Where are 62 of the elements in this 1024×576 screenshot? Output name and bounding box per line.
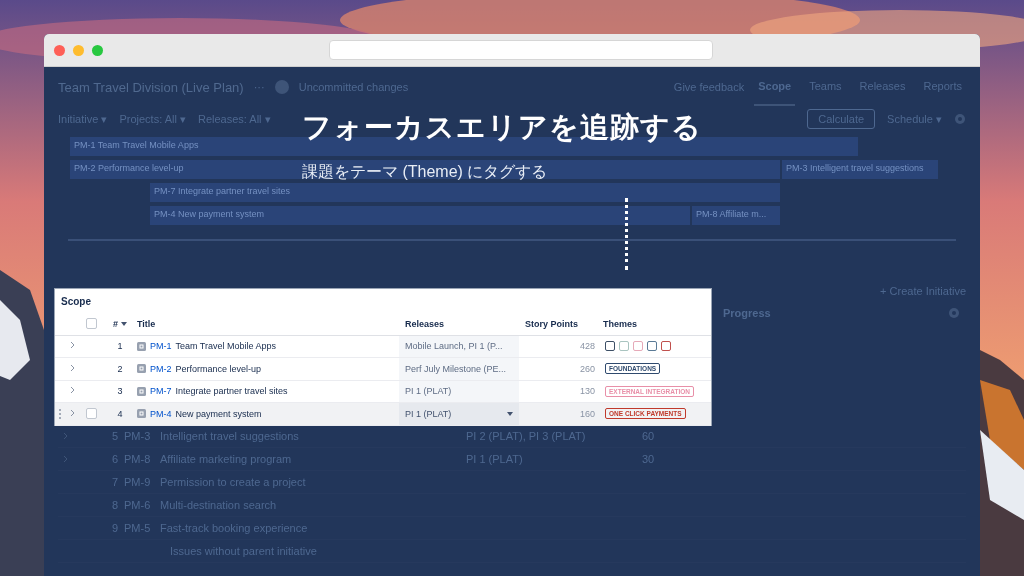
theme-swatch[interactable] [633, 341, 643, 352]
epic-icon [137, 341, 146, 351]
issue-key-link[interactable]: PM-7 [150, 386, 172, 397]
release-text: Perf July Milestone (PE... [405, 363, 507, 374]
release-text: PI 1 (PLAT) [405, 386, 452, 397]
column-header[interactable]: # [113, 318, 118, 329]
release-text: PI 1 (PLAT) [405, 408, 452, 419]
release-text: Mobile Launch, PI 1 (P... [405, 341, 503, 352]
column-header: Themes [603, 318, 637, 329]
column-header: Releases [404, 317, 446, 331]
issue-key-link[interactable]: PM-4 [150, 408, 172, 419]
column-header: Title [137, 318, 157, 329]
caret-icon [121, 321, 127, 326]
roadmap-bar[interactable]: PM-4 New payment system [150, 206, 690, 225]
more-button[interactable]: ··· [253, 81, 265, 93]
epic-icon [137, 386, 146, 396]
address-field[interactable] [329, 40, 713, 60]
caret-icon [507, 411, 513, 416]
row-number: 1 [116, 341, 124, 352]
checkbox[interactable] [85, 408, 97, 420]
story-points: 130 [578, 386, 596, 397]
panel-title: Scope [60, 295, 92, 309]
issue-key-link[interactable]: PM-2 [150, 363, 172, 374]
row-number: 4 [116, 408, 124, 419]
theme-swatch[interactable] [619, 341, 629, 352]
close-icon[interactable] [54, 44, 65, 56]
settings-icon [954, 113, 966, 125]
row-number: 2 [116, 363, 124, 374]
drag-handle-icon [58, 407, 62, 420]
roadmap-bar[interactable]: PM-7 Integrate partner travel sites [150, 183, 780, 202]
release-cell[interactable]: Perf July Milestone (PE... [399, 358, 519, 380]
issue-key-link[interactable]: PM-1 [150, 341, 172, 352]
chevron-icon [69, 408, 75, 417]
checkbox[interactable] [85, 318, 97, 330]
story-points: 428 [578, 341, 596, 352]
status-icon [274, 80, 289, 94]
theme-swatch[interactable] [647, 341, 657, 352]
chevron-icon [69, 341, 75, 350]
epic-icon [137, 409, 146, 419]
theme-swatch[interactable] [661, 341, 671, 352]
theme-swatch[interactable] [605, 341, 615, 352]
issue-title: New payment system [175, 408, 262, 419]
column-header: Story Points [524, 318, 579, 329]
story-points: 260 [578, 363, 596, 374]
settings-icon [948, 307, 960, 319]
epic-icon [137, 364, 146, 374]
minimize-icon[interactable] [73, 44, 84, 56]
maximize-icon[interactable] [92, 44, 103, 56]
release-cell[interactable]: Mobile Launch, PI 1 (P... [399, 335, 519, 357]
issue-title: Integrate partner travel sites [175, 386, 288, 397]
row-number: 3 [116, 386, 124, 397]
chevron-icon [69, 363, 75, 372]
roadmap-bar[interactable]: PM-8 Affiliate m... [692, 206, 780, 225]
roadmap-bar[interactable]: PM-3 Intelligent travel suggestions [782, 160, 938, 179]
release-cell[interactable]: PI 1 (PLAT) [399, 380, 519, 402]
chevron-icon [69, 386, 75, 395]
dotted-line [625, 198, 628, 270]
issue-title: Performance level-up [175, 363, 262, 374]
story-points: 160 [578, 408, 596, 419]
release-cell[interactable]: PI 1 (PLAT) [399, 403, 519, 425]
issue-title: Team Travel Mobile Apps [175, 341, 277, 352]
subtitle: 課題をテーマ (Theme) にタグする [302, 162, 548, 182]
